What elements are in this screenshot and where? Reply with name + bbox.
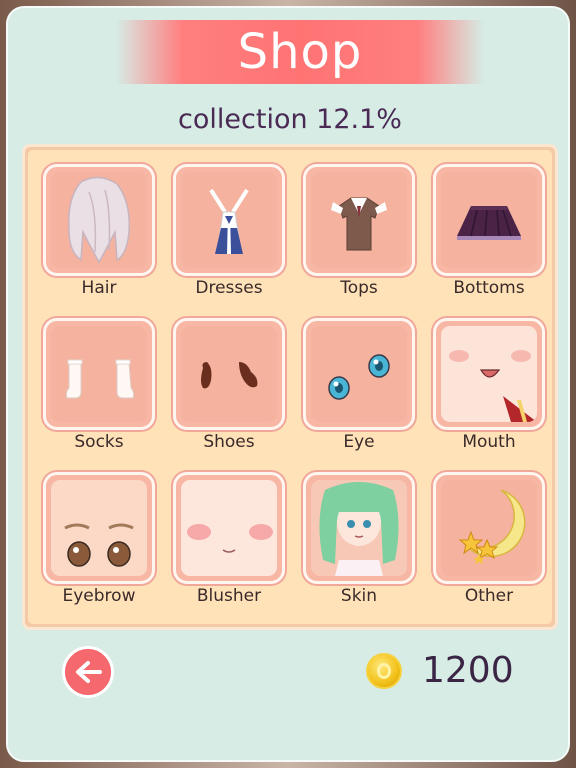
mouth-icon bbox=[441, 326, 537, 422]
category-tile[interactable] bbox=[303, 472, 415, 584]
category-socks[interactable]: Socks bbox=[34, 310, 164, 460]
category-label: Dresses bbox=[195, 278, 263, 298]
shop-panel: Shop collection 12.1% Hair Dresses Tops … bbox=[6, 6, 570, 762]
blusher-icon bbox=[181, 480, 277, 576]
category-tile[interactable] bbox=[43, 318, 155, 430]
category-tile[interactable] bbox=[43, 472, 155, 584]
category-other[interactable]: Other bbox=[424, 464, 554, 614]
top-icon bbox=[311, 172, 407, 268]
category-dresses[interactable]: Dresses bbox=[164, 156, 294, 306]
category-label: Tops bbox=[340, 278, 378, 298]
category-tile[interactable] bbox=[433, 472, 545, 584]
category-label: Shoes bbox=[203, 432, 255, 452]
category-label: Eye bbox=[343, 432, 375, 452]
arrow-left-icon bbox=[76, 661, 102, 683]
category-label: Other bbox=[464, 586, 514, 606]
eyebrow-icon bbox=[51, 480, 147, 576]
skin-icon bbox=[311, 480, 407, 576]
category-label: Skin bbox=[340, 586, 378, 606]
back-button[interactable] bbox=[62, 646, 114, 698]
coin-icon bbox=[366, 653, 402, 689]
skirt-icon bbox=[441, 172, 537, 268]
category-label: Eyebrow bbox=[62, 586, 136, 606]
category-tile[interactable] bbox=[433, 164, 545, 276]
category-tile[interactable] bbox=[303, 164, 415, 276]
category-tile[interactable] bbox=[173, 164, 285, 276]
category-tops[interactable]: Tops bbox=[294, 156, 424, 306]
category-tile[interactable] bbox=[173, 318, 285, 430]
shoes-icon bbox=[181, 326, 277, 422]
category-eye[interactable]: Eye bbox=[294, 310, 424, 460]
eye-icon bbox=[311, 326, 407, 422]
category-tile[interactable] bbox=[433, 318, 545, 430]
title-banner: Shop bbox=[116, 20, 484, 84]
category-label: Mouth bbox=[462, 432, 516, 452]
hair-icon bbox=[51, 172, 147, 268]
category-grid-background: Hair Dresses Tops Bottoms Socks Shoes Ey… bbox=[28, 150, 552, 624]
coin-balance: 1200 bbox=[422, 650, 514, 691]
collection-progress: collection 12.1% bbox=[178, 104, 402, 135]
category-label: Socks bbox=[74, 432, 124, 452]
category-tile[interactable] bbox=[303, 318, 415, 430]
category-eyebrow[interactable]: Eyebrow bbox=[34, 464, 164, 614]
category-bottoms[interactable]: Bottoms bbox=[424, 156, 554, 306]
category-label: Bottoms bbox=[453, 278, 525, 298]
category-mouth[interactable]: Mouth bbox=[424, 310, 554, 460]
dress-icon bbox=[181, 172, 277, 268]
category-skin[interactable]: Skin bbox=[294, 464, 424, 614]
page-title: Shop bbox=[237, 24, 363, 80]
socks-icon bbox=[51, 326, 147, 422]
category-grid: Hair Dresses Tops Bottoms Socks Shoes Ey… bbox=[22, 144, 558, 630]
category-shoes[interactable]: Shoes bbox=[164, 310, 294, 460]
category-blusher[interactable]: Blusher bbox=[164, 464, 294, 614]
category-tile[interactable] bbox=[173, 472, 285, 584]
category-tile[interactable] bbox=[43, 164, 155, 276]
category-label: Hair bbox=[81, 278, 117, 298]
moon-star-icon bbox=[441, 480, 537, 576]
category-label: Blusher bbox=[196, 586, 262, 606]
category-hair[interactable]: Hair bbox=[34, 156, 164, 306]
